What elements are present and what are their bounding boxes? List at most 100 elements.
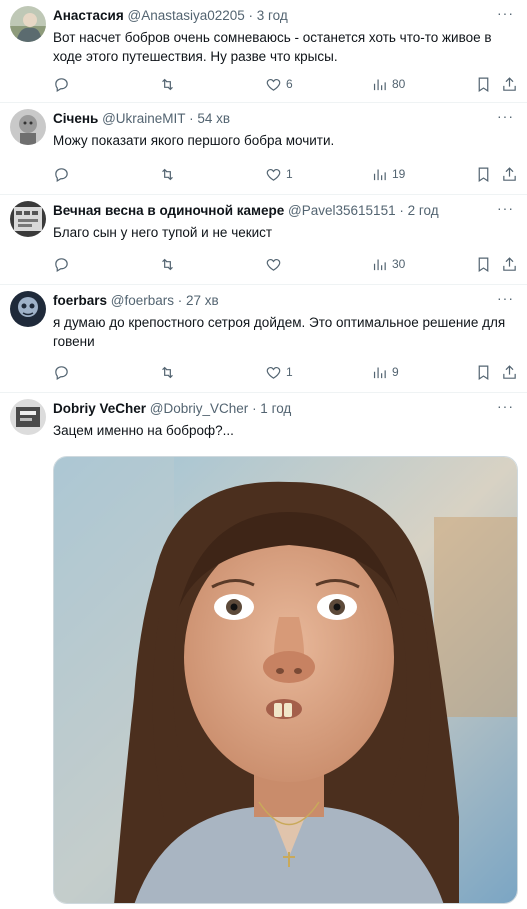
bookmark-button[interactable] [475,164,492,184]
more-icon[interactable]: ··· [497,199,515,217]
views-icon [373,259,386,270]
avatar-image [10,201,46,237]
retweet-button[interactable] [159,254,180,274]
views-button[interactable]: 9 [371,362,399,382]
author-name[interactable]: Січень [53,111,98,126]
more-icon[interactable]: ··· [497,289,515,307]
views-icon [373,367,386,378]
reply-button[interactable] [53,74,74,94]
author-handle[interactable]: @Anastasiya02205 [128,8,245,23]
author-name[interactable]: Dobriy VeCher [53,401,146,416]
reply-button[interactable] [53,164,74,184]
timestamp[interactable]: · 1 год [252,401,291,416]
bookmark-icon [478,77,489,92]
avatar-image [10,109,46,145]
avatar[interactable] [10,201,46,237]
bookmark-icon [478,167,489,182]
tweet-2[interactable]: Січень @UkraineMIT · 54 хв ··· Можу пока… [0,103,527,195]
tweet-photo[interactable] [53,456,518,904]
heart-icon [266,78,281,91]
share-icon [503,166,516,181]
view-count: 80 [392,77,406,91]
avatar-image [10,6,46,42]
retweet-icon [162,168,173,180]
retweet-icon [162,258,173,270]
views-button[interactable]: 80 [371,74,405,94]
reply-icon [55,77,68,92]
retweet-icon [162,366,173,378]
share-button[interactable] [501,362,518,382]
view-count: 19 [392,167,406,181]
avatar[interactable] [10,6,46,42]
views-icon [373,79,386,90]
share-icon [503,76,516,91]
like-button[interactable]: 6 [265,74,293,94]
retweet-button[interactable] [159,164,180,184]
retweet-button[interactable] [159,362,180,382]
share-icon [503,364,516,379]
heart-icon [266,168,281,181]
tweet-text: Зацем именно на боброф?... [53,423,234,438]
tweet-text: Благо сын у него тупой и не чекист [53,225,273,240]
author-name[interactable]: Анастасия [53,8,124,23]
retweet-button[interactable] [159,74,180,94]
action-bar: 30 [53,254,519,274]
reply-button[interactable] [53,362,74,382]
view-count: 9 [392,365,399,379]
tweet-text: я думаю до крепостного сетроя дойдем. Эт… [53,315,506,349]
author-handle[interactable]: @UkraineMIT [102,111,185,126]
more-icon[interactable]: ··· [497,4,515,22]
tweet-text: Можу показати якого першого бобра мочити… [53,133,335,148]
view-count: 30 [392,257,406,271]
bookmark-icon [478,365,489,380]
bookmark-button[interactable] [475,74,492,94]
timestamp[interactable]: · 2 год [399,203,438,218]
like-button[interactable] [265,254,286,274]
photo-image [54,457,517,903]
reply-icon [55,365,68,380]
like-count: 1 [286,167,293,181]
tweet-4[interactable]: foerbars @foerbars · 27 хв ··· я думаю д… [0,285,527,393]
action-bar: 1 19 [53,164,519,184]
bookmark-icon [478,257,489,272]
avatar[interactable] [10,399,46,435]
bookmark-button[interactable] [475,254,492,274]
reply-button[interactable] [53,254,74,274]
bookmark-button[interactable] [475,362,492,382]
author-handle[interactable]: @foerbars [111,293,174,308]
avatar[interactable] [10,291,46,327]
share-button[interactable] [501,74,518,94]
views-button[interactable]: 30 [371,254,405,274]
avatar-image [10,399,46,435]
author-name[interactable]: Вечная весна в одиночной камере [53,203,284,218]
more-icon[interactable]: ··· [497,107,515,125]
retweet-icon [162,78,173,90]
like-button[interactable]: 1 [265,164,293,184]
like-count: 6 [286,77,293,91]
tweet-3[interactable]: Вечная весна в одиночной камере @Pavel35… [0,195,527,285]
views-icon [373,169,386,180]
heart-icon [266,366,281,379]
reply-icon [55,167,68,182]
avatar-image [10,291,46,327]
avatar[interactable] [10,109,46,145]
author-name[interactable]: foerbars [53,293,107,308]
tweet-1[interactable]: Анастасия @Anastasiya02205 · 3 год ··· В… [0,0,527,103]
more-icon[interactable]: ··· [497,397,515,415]
action-bar: 6 80 [53,74,519,94]
timestamp[interactable]: · 3 год [249,8,288,23]
timestamp[interactable]: · 54 хв [189,111,230,126]
action-bar: 1 9 [53,362,519,382]
like-button[interactable]: 1 [265,362,293,382]
reply-icon [55,257,68,272]
share-button[interactable] [501,254,518,274]
share-icon [503,256,516,271]
views-button[interactable]: 19 [371,164,405,184]
author-handle[interactable]: @Dobriy_VCher [150,401,249,416]
tweet-text: Вот насчет бобров очень сомневаюсь - ост… [53,30,492,64]
timestamp[interactable]: · 27 хв [178,293,219,308]
like-count: 1 [286,365,293,379]
heart-icon [266,258,281,271]
share-button[interactable] [501,164,518,184]
author-handle[interactable]: @Pavel35615151 [288,203,396,218]
